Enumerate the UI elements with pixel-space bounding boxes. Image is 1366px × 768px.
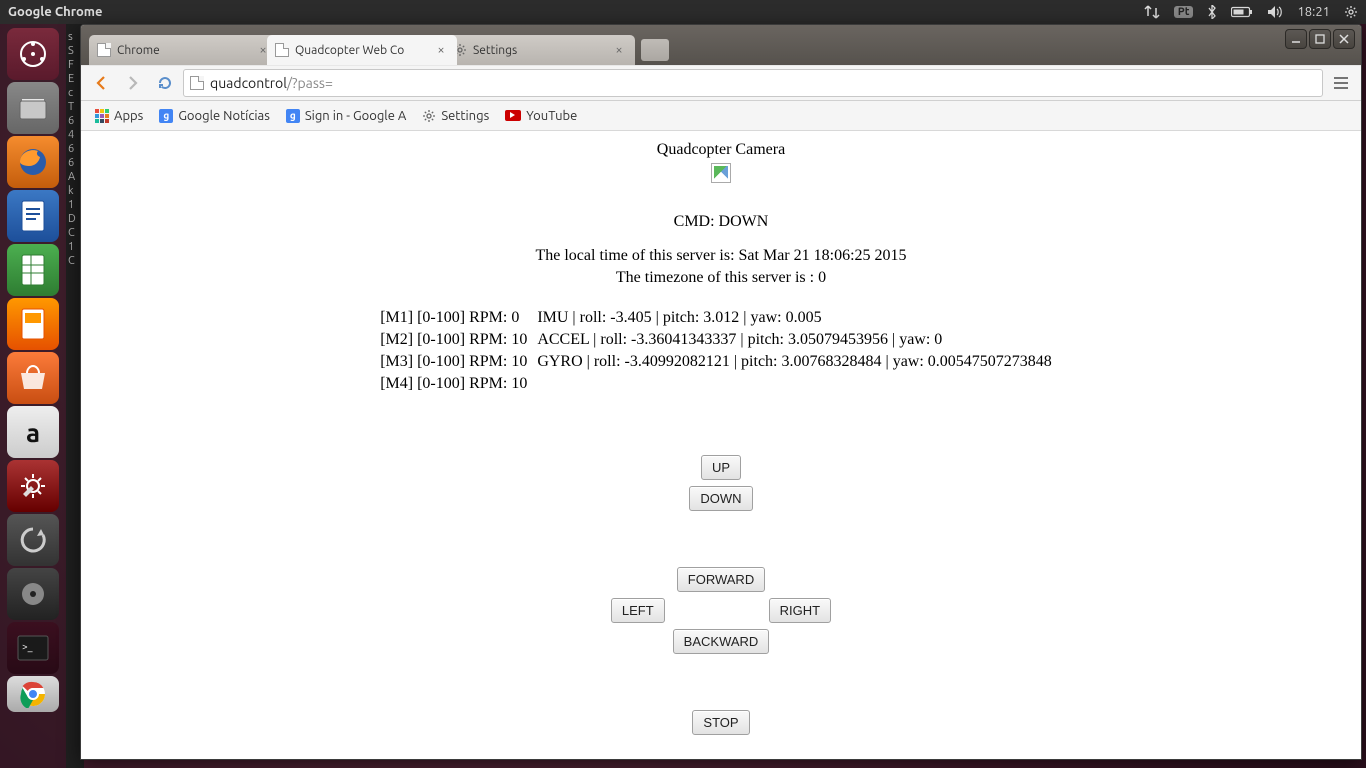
launcher-software-center[interactable] — [7, 352, 59, 404]
launcher-firefox[interactable] — [7, 136, 59, 188]
tab-close-icon[interactable]: × — [433, 42, 449, 58]
gyro-reading: GYRO | roll: -3.40992082121 | pitch: 3.0… — [537, 351, 1061, 373]
unity-launcher: a >_ — [0, 24, 66, 768]
bookmark-label: Settings — [441, 109, 489, 123]
motor2-reading: [M2] [0-100] RPM: 10 — [380, 329, 537, 351]
sound-icon[interactable] — [1267, 5, 1283, 19]
tab-label: Quadcopter Web Co — [295, 44, 427, 57]
tab-quadcopter[interactable]: Quadcopter Web Co × — [267, 35, 457, 65]
forward-button[interactable]: FORWARD — [677, 567, 765, 592]
launcher-calc[interactable] — [7, 244, 59, 296]
window-minimize-button[interactable] — [1285, 29, 1307, 49]
page-icon — [97, 43, 111, 57]
system-top-panel: Google Chrome Pt 18:21 — [0, 0, 1366, 24]
launcher-software-updater[interactable] — [7, 514, 59, 566]
bookmark-youtube[interactable]: YouTube — [499, 106, 583, 126]
launcher-dash[interactable] — [7, 28, 59, 80]
backward-button[interactable]: BACKWARD — [673, 629, 770, 654]
motor1-reading: [M1] [0-100] RPM: 0 — [380, 307, 537, 329]
bookmark-label: Sign in - Google A — [305, 109, 406, 123]
launcher-disk-utility[interactable] — [7, 568, 59, 620]
motor3-reading: [M3] [0-100] RPM: 10 — [380, 351, 537, 373]
tab-chrome[interactable]: Chrome × — [89, 35, 279, 65]
bookmark-label: Apps — [114, 109, 143, 123]
back-button[interactable] — [87, 69, 115, 97]
right-button[interactable]: RIGHT — [769, 598, 831, 623]
tab-strip: Chrome × Quadcopter Web Co × Settings × — [81, 25, 1361, 65]
system-tray: Pt 18:21 — [1144, 5, 1358, 19]
launcher-system-settings[interactable] — [7, 460, 59, 512]
left-button[interactable]: LEFT — [611, 598, 665, 623]
window-maximize-button[interactable] — [1309, 29, 1331, 49]
url-path: /?pass= — [287, 75, 333, 91]
launcher-chrome[interactable] — [7, 676, 59, 712]
launcher-amazon[interactable]: a — [7, 406, 59, 458]
keyboard-layout-indicator[interactable]: Pt — [1174, 6, 1194, 18]
tab-label: Settings — [473, 44, 605, 57]
broken-image-icon — [711, 163, 731, 183]
tab-close-icon[interactable]: × — [611, 42, 627, 58]
page-content: Quadcopter Camera CMD: DOWN The local ti… — [81, 131, 1361, 759]
bookmarks-bar: Apps g Google Notícias g Sign in - Google … — [81, 101, 1361, 131]
bookmark-label: YouTube — [526, 109, 577, 123]
cmd-status: CMD: DOWN — [81, 213, 1361, 231]
apps-grid-icon — [95, 109, 109, 123]
tab-settings[interactable]: Settings × — [445, 35, 635, 65]
chrome-window: Chrome × Quadcopter Web Co × Settings × … — [80, 24, 1362, 760]
imu-reading: IMU | roll: -3.405 | pitch: 3.012 | yaw:… — [537, 307, 1061, 329]
network-icon[interactable] — [1144, 5, 1160, 19]
session-gear-icon[interactable] — [1344, 5, 1358, 19]
launcher-impress[interactable] — [7, 298, 59, 350]
browser-toolbar: quadcontrol/?pass= — [81, 65, 1361, 101]
telemetry-table: [M1] [0-100] RPM: 0IMU | roll: -3.405 | … — [380, 307, 1062, 395]
address-bar[interactable]: quadcontrol/?pass= — [183, 69, 1323, 97]
system-clock[interactable]: 18:21 — [1297, 5, 1330, 19]
gear-icon — [422, 109, 436, 123]
down-button[interactable]: DOWN — [689, 486, 752, 511]
motor4-reading: [M4] [0-100] RPM: 10 — [380, 373, 537, 395]
launcher-terminal[interactable]: >_ — [7, 622, 59, 674]
bookmark-settings[interactable]: Settings — [416, 106, 495, 126]
google-favicon: g — [286, 109, 300, 123]
page-icon — [275, 43, 289, 57]
active-app-name: Google Chrome — [8, 5, 103, 19]
up-button[interactable]: UP — [701, 455, 741, 480]
bookmark-label: Google Notícias — [178, 109, 270, 123]
chrome-menu-button[interactable] — [1327, 69, 1355, 97]
server-time: The local time of this server is: Sat Ma… — [81, 245, 1361, 267]
server-timezone: The timezone of this server is : 0 — [81, 267, 1361, 289]
google-favicon: g — [159, 109, 173, 123]
page-icon — [190, 76, 204, 90]
accel-reading: ACCEL | roll: -3.36041343337 | pitch: 3.… — [537, 329, 1061, 351]
new-tab-button[interactable] — [641, 39, 669, 61]
launcher-files[interactable] — [7, 82, 59, 134]
server-info: The local time of this server is: Sat Ma… — [81, 245, 1361, 289]
youtube-favicon — [505, 110, 521, 121]
page-title: Quadcopter Camera — [81, 141, 1361, 159]
bookmark-google-noticias[interactable]: g Google Notícias — [153, 106, 276, 126]
forward-button[interactable] — [119, 69, 147, 97]
stop-button[interactable]: STOP — [692, 710, 749, 735]
svg-text:>_: >_ — [22, 641, 33, 652]
launcher-writer[interactable] — [7, 190, 59, 242]
bookmark-apps[interactable]: Apps — [89, 106, 149, 126]
bluetooth-icon[interactable] — [1207, 5, 1217, 19]
tab-label: Chrome — [117, 44, 249, 57]
bookmark-google-signin[interactable]: g Sign in - Google A — [280, 106, 412, 126]
battery-icon[interactable] — [1231, 6, 1253, 18]
reload-button[interactable] — [151, 69, 179, 97]
url-host: quadcontrol — [210, 75, 287, 91]
window-close-button[interactable] — [1333, 29, 1355, 49]
